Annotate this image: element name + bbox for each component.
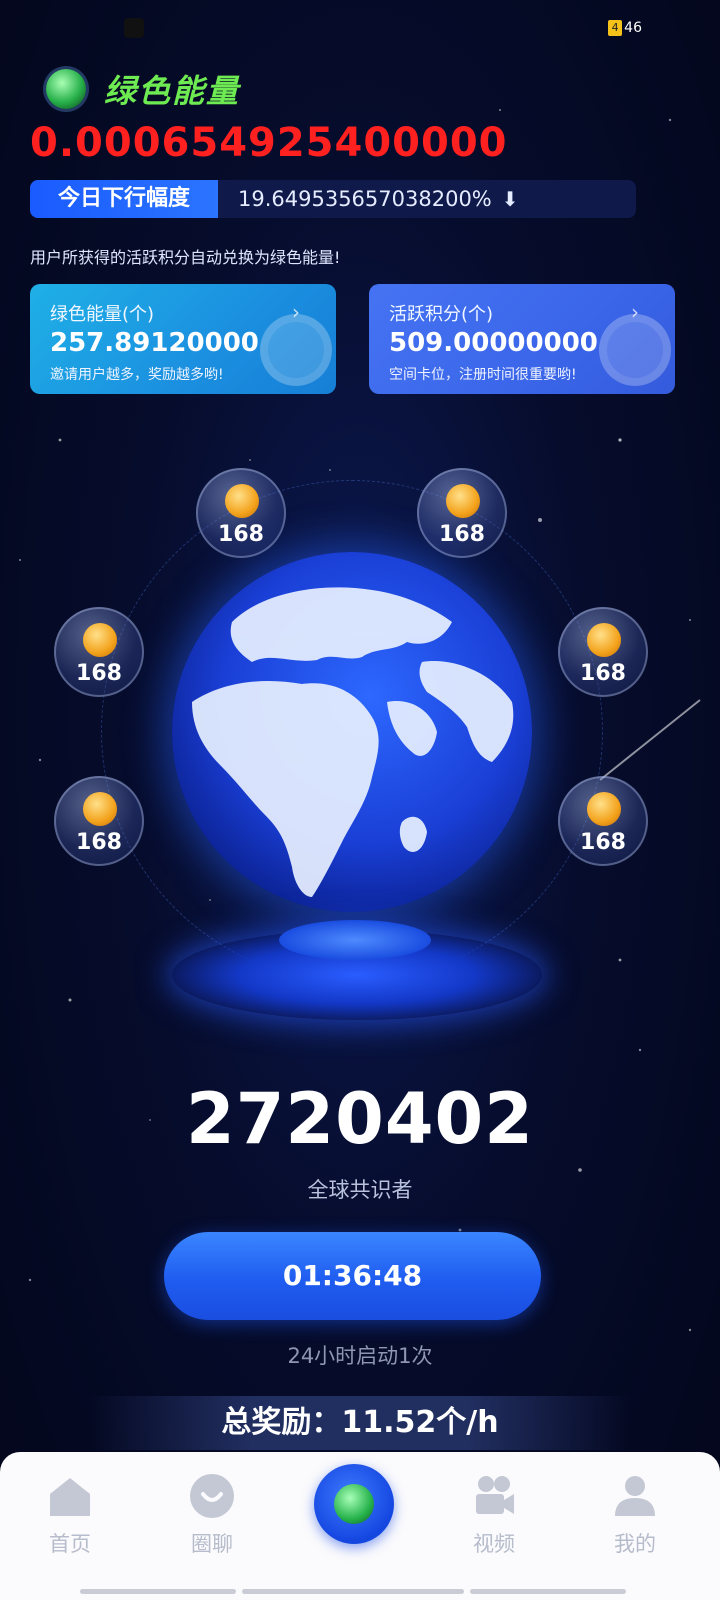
tab-chat-label: 圈聊 — [191, 1532, 233, 1556]
gesture-bar — [470, 1589, 626, 1594]
gesture-bar — [80, 1589, 236, 1594]
total-reward-rate: 总奖励：11.52个/h — [90, 1396, 630, 1450]
bottom-tab-bar: 首页 圈聊 视频 我的 — [0, 1452, 720, 1600]
globe-section: 168 168 168 168 168 168 — [0, 430, 720, 1070]
gold-coin-icon — [83, 623, 117, 657]
chat-icon — [190, 1474, 234, 1518]
energy-bubble[interactable]: 168 — [54, 607, 144, 697]
tab-video[interactable]: 视频 — [444, 1452, 544, 1600]
green-energy-card[interactable]: 绿色能量(个) 257.89120000 邀请用户越多，奖励越多哟! › — [30, 284, 336, 394]
energy-bubble[interactable]: 168 — [558, 607, 648, 697]
startup-frequency-note: 24小时启动1次 — [287, 1344, 433, 1368]
active-points-card[interactable]: 活跃积分(个) 509.00000000 空间卡位，注册时间很重要哟! › — [369, 284, 675, 394]
gold-coin-icon — [587, 623, 621, 657]
video-camera-icon — [476, 1476, 514, 1514]
app-header: 绿色能量 — [46, 66, 240, 112]
battery-icon: 4 — [608, 20, 623, 36]
person-icon — [615, 1476, 655, 1516]
tab-home-label: 首页 — [49, 1532, 91, 1556]
status-bar: 4 46 — [0, 0, 720, 56]
energy-price-value: 0.000654925400000 — [30, 120, 508, 166]
energy-bubble-amount: 168 — [439, 522, 485, 547]
energy-bubble[interactable]: 168 — [558, 776, 648, 866]
energy-bubble-amount: 168 — [76, 661, 122, 686]
green-energy-card-value: 257.89120000 — [50, 328, 259, 358]
gold-coin-icon — [225, 484, 259, 518]
app-logo-icon — [46, 69, 86, 109]
energy-bubble-amount: 168 — [218, 522, 264, 547]
participant-count-label: 全球共识者 — [307, 1178, 413, 1202]
coin-watermark-icon — [260, 314, 332, 386]
active-points-card-title: 活跃积分(个) — [389, 304, 494, 325]
green-energy-card-subtitle: 邀请用户越多，奖励越多哟! — [50, 367, 224, 383]
daily-decline-label: 今日下行幅度 — [30, 180, 218, 218]
tab-mine[interactable]: 我的 — [585, 1452, 685, 1600]
participant-count: 2720402 — [186, 1078, 534, 1160]
home-icon — [50, 1478, 90, 1516]
energy-bubble[interactable]: 168 — [196, 468, 286, 558]
gold-coin-icon — [83, 792, 117, 826]
tab-chat[interactable]: 圈聊 — [162, 1452, 262, 1600]
app-title: 绿色能量 — [104, 72, 241, 110]
mine-energy-center-button[interactable] — [314, 1464, 394, 1544]
gold-coin-icon — [446, 484, 480, 518]
hologram-platform-core — [279, 920, 431, 960]
energy-bubble[interactable]: 168 — [417, 468, 507, 558]
coin-watermark-icon — [599, 314, 671, 386]
energy-bubble-amount: 168 — [76, 830, 122, 855]
conversion-info-text: 用户所获得的活跃积分自动兑换为绿色能量! — [30, 248, 341, 267]
daily-decline-value: 19.649535657038200% — [238, 187, 492, 211]
gold-coin-icon — [587, 792, 621, 826]
tiktok-notification-icon — [124, 18, 144, 38]
active-points-card-subtitle: 空间卡位，注册时间很重要哟! — [389, 367, 577, 383]
start-mining-timer-button[interactable]: 01:36:48 — [164, 1232, 541, 1320]
down-arrow-icon: ⬇ — [501, 187, 519, 211]
mine-energy-icon — [334, 1484, 374, 1524]
tab-video-label: 视频 — [473, 1532, 515, 1556]
energy-bubble[interactable]: 168 — [54, 776, 144, 866]
active-points-card-value: 509.00000000 — [389, 328, 598, 358]
battery-indicator: 4 46 — [608, 20, 642, 36]
gesture-bar — [242, 1589, 464, 1594]
energy-bubble-amount: 168 — [580, 830, 626, 855]
battery-level: 46 — [624, 20, 642, 36]
energy-bubble-amount: 168 — [580, 661, 626, 686]
daily-decline-row: 今日下行幅度 19.649535657038200% ⬇ — [30, 180, 636, 218]
tab-home[interactable]: 首页 — [20, 1452, 120, 1600]
tab-mine-label: 我的 — [614, 1532, 656, 1556]
green-energy-card-title: 绿色能量(个) — [50, 304, 155, 325]
earth-globe-icon — [172, 552, 532, 912]
